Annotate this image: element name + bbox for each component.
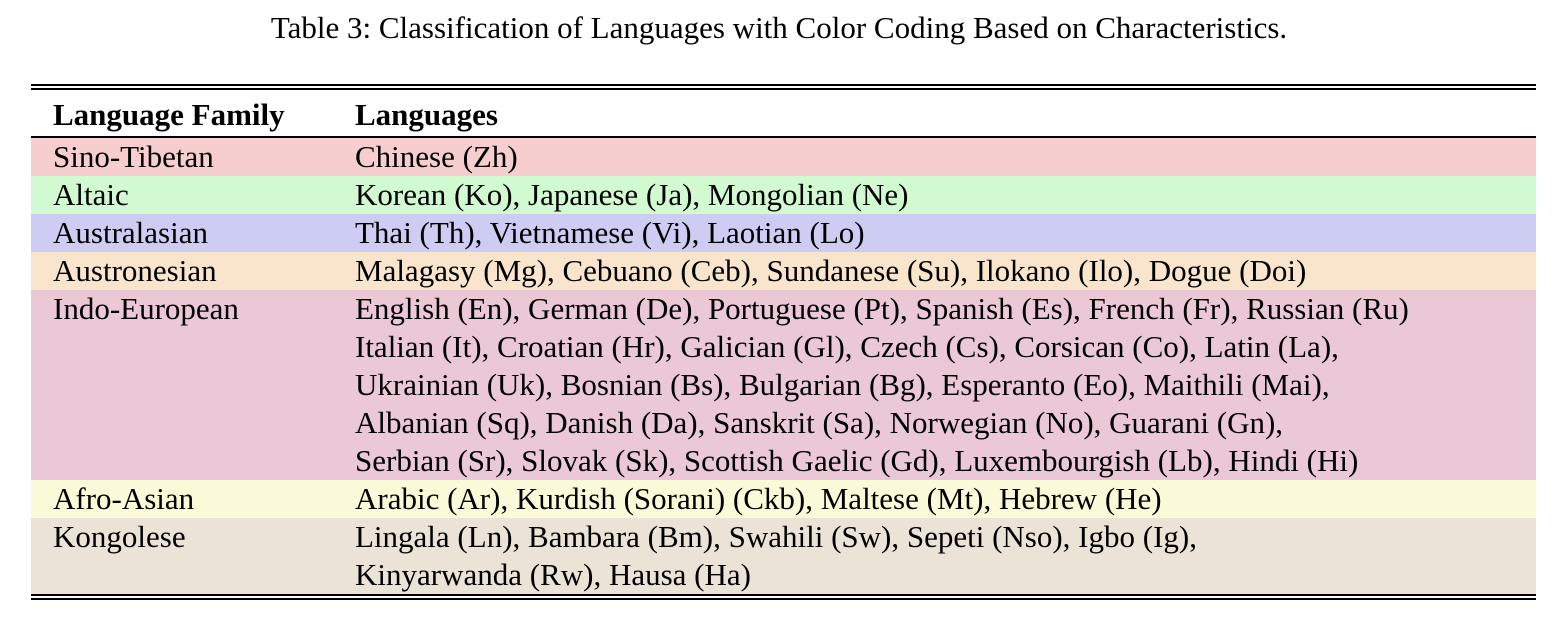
languages-line: Thai (Th), Vietnamese (Vi), Laotian (Lo) — [355, 214, 1536, 252]
languages-cell: Thai (Th), Vietnamese (Vi), Laotian (Lo) — [355, 214, 1536, 252]
languages-cell: Arabic (Ar), Kurdish (Sorani) (Ckb), Mal… — [355, 480, 1536, 518]
languages-line: Lingala (Ln), Bambara (Bm), Swahili (Sw)… — [355, 518, 1536, 556]
languages-table: Language Family Languages Sino-TibetanCh… — [31, 84, 1536, 600]
languages-cell: Korean (Ko), Japanese (Ja), Mongolian (N… — [355, 176, 1536, 214]
family-cell: Australasian — [31, 214, 355, 252]
languages-cell: Lingala (Ln), Bambara (Bm), Swahili (Sw)… — [355, 518, 1536, 594]
table-header-row: Language Family Languages — [31, 90, 1536, 138]
table-row: Sino-TibetanChinese (Zh) — [31, 138, 1536, 176]
family-cell: Sino-Tibetan — [31, 138, 355, 176]
family-cell: Kongolese — [31, 518, 355, 594]
family-cell: Altaic — [31, 176, 355, 214]
family-cell: Afro-Asian — [31, 480, 355, 518]
languages-line: Albanian (Sq), Danish (Da), Sanskrit (Sa… — [355, 404, 1536, 442]
languages-line: Serbian (Sr), Slovak (Sk), Scottish Gael… — [355, 442, 1536, 480]
family-cell: Austronesian — [31, 252, 355, 290]
languages-cell: Malagasy (Mg), Cebuano (Ceb), Sundanese … — [355, 252, 1536, 290]
table-row: Afro-AsianArabic (Ar), Kurdish (Sorani) … — [31, 480, 1536, 518]
languages-line: Korean (Ko), Japanese (Ja), Mongolian (N… — [355, 176, 1536, 214]
languages-cell: English (En), German (De), Portuguese (P… — [355, 290, 1536, 480]
table-body: Sino-TibetanChinese (Zh)AltaicKorean (Ko… — [31, 138, 1536, 594]
languages-line: English (En), German (De), Portuguese (P… — [355, 290, 1536, 328]
table-row: AustralasianThai (Th), Vietnamese (Vi), … — [31, 214, 1536, 252]
page: Table 3: Classification of Languages wit… — [0, 0, 1558, 617]
table-row: KongoleseLingala (Ln), Bambara (Bm), Swa… — [31, 518, 1536, 594]
languages-line: Italian (It), Croatian (Hr), Galician (G… — [355, 328, 1536, 366]
table-row: Indo-EuropeanEnglish (En), German (De), … — [31, 290, 1536, 480]
table-row: AustronesianMalagasy (Mg), Cebuano (Ceb)… — [31, 252, 1536, 290]
table-row: AltaicKorean (Ko), Japanese (Ja), Mongol… — [31, 176, 1536, 214]
family-cell: Indo-European — [31, 290, 355, 480]
languages-line: Ukrainian (Uk), Bosnian (Bs), Bulgarian … — [355, 366, 1536, 404]
languages-cell: Chinese (Zh) — [355, 138, 1536, 176]
column-header-language-family: Language Family — [31, 96, 355, 134]
column-header-languages: Languages — [355, 96, 1536, 134]
table-caption: Table 3: Classification of Languages wit… — [0, 0, 1558, 47]
languages-line: Arabic (Ar), Kurdish (Sorani) (Ckb), Mal… — [355, 480, 1536, 518]
languages-line: Malagasy (Mg), Cebuano (Ceb), Sundanese … — [355, 252, 1536, 290]
languages-line: Chinese (Zh) — [355, 138, 1536, 176]
languages-line: Kinyarwanda (Rw), Hausa (Ha) — [355, 556, 1536, 594]
